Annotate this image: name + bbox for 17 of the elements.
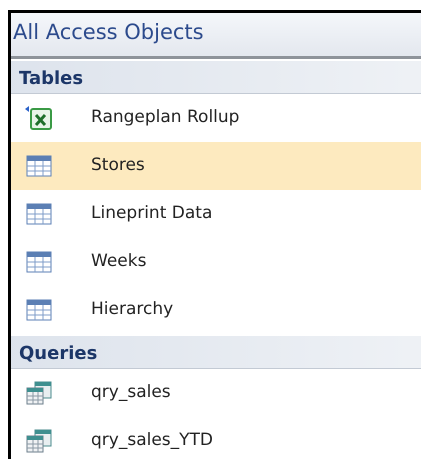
group-header[interactable]: Tables bbox=[11, 59, 421, 94]
table-icon bbox=[25, 201, 53, 227]
group-header[interactable]: Queries bbox=[11, 334, 421, 369]
object-item[interactable]: Rangeplan Rollup bbox=[11, 94, 421, 142]
table-icon bbox=[25, 153, 53, 179]
object-item[interactable]: Weeks bbox=[11, 238, 421, 286]
object-item[interactable]: Hierarchy bbox=[11, 286, 421, 334]
table-icon bbox=[25, 297, 53, 323]
query-icon bbox=[25, 428, 53, 454]
query-icon bbox=[25, 380, 53, 406]
linked-spreadsheet-icon bbox=[25, 105, 53, 131]
pane-title: All Access Objects bbox=[11, 13, 421, 59]
object-item[interactable]: qry_sales bbox=[11, 369, 421, 417]
object-item[interactable]: qry_sales_YTD bbox=[11, 417, 421, 459]
object-item[interactable]: Stores bbox=[11, 142, 421, 190]
object-item[interactable]: Lineprint Data bbox=[11, 190, 421, 238]
table-icon bbox=[25, 249, 53, 275]
